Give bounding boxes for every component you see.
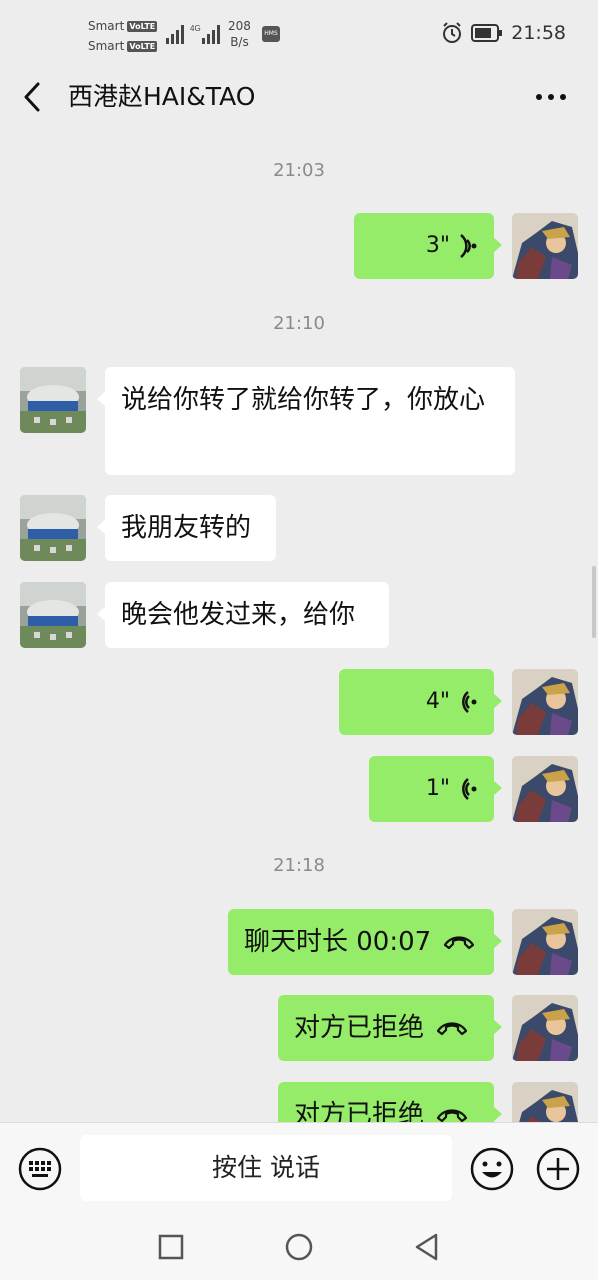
voice-wave-icon — [462, 778, 477, 800]
voice-duration: 4" — [425, 689, 450, 714]
chat-title: 西港赵HAI&TAO — [68, 82, 256, 111]
status-right: 21:58 — [441, 22, 566, 44]
my-avatar[interactable] — [512, 995, 578, 1061]
avatar-image — [512, 756, 578, 822]
home-icon[interactable] — [284, 1232, 314, 1262]
system-back-icon[interactable] — [412, 1232, 442, 1262]
timestamp: 21:10 — [273, 313, 325, 334]
carrier-2: Smart — [88, 39, 125, 53]
voice-message[interactable]: 4" — [339, 669, 502, 735]
hold-to-talk-button[interactable]: 按住 说话 — [80, 1135, 452, 1201]
call-message[interactable]: 对方已拒绝 — [278, 1082, 502, 1122]
voice-message[interactable]: 1" — [369, 756, 502, 822]
message-list[interactable]: 21:03 3" 21:10 说给你转了就给你转了，你放心 我朋友转的 晚会他发… — [0, 134, 598, 1122]
back-arrow-icon[interactable] — [18, 80, 48, 114]
avatar-image — [512, 995, 578, 1061]
plus-icon[interactable] — [536, 1147, 580, 1191]
my-avatar[interactable] — [512, 213, 578, 279]
contact-avatar[interactable] — [20, 367, 86, 433]
avatar-image — [512, 669, 578, 735]
chat-header: 西港赵HAI&TAO — [0, 66, 598, 134]
alarm-icon — [443, 22, 462, 43]
my-avatar[interactable] — [512, 909, 578, 975]
emoji-icon[interactable] — [470, 1147, 514, 1191]
my-avatar[interactable] — [512, 756, 578, 822]
avatar-image — [20, 582, 86, 648]
my-avatar[interactable] — [512, 1082, 578, 1122]
voice-wave-icon — [462, 691, 477, 713]
volte-badge-2: VoLTE — [127, 40, 158, 52]
more-icon[interactable] — [534, 86, 568, 108]
battery-icon — [471, 24, 503, 42]
voice-duration: 3" — [425, 233, 450, 258]
hms-icon: HMS — [262, 26, 280, 42]
timestamp: 21:18 — [273, 855, 325, 876]
speed-unit: B/s — [230, 35, 249, 49]
system-nav-bar — [0, 1218, 598, 1280]
avatar-image — [512, 909, 578, 975]
call-message[interactable]: 对方已拒绝 — [278, 995, 502, 1061]
timestamp: 21:03 — [273, 160, 325, 181]
network-speed: 208 B/s — [228, 18, 251, 50]
voice-duration: 1" — [425, 776, 450, 801]
volte-badge-1: VoLTE — [127, 20, 158, 32]
carrier-1: Smart — [88, 19, 125, 33]
speed-value: 208 — [228, 19, 251, 33]
input-bar: 按住 说话 — [0, 1122, 598, 1218]
avatar-image — [20, 367, 86, 433]
call-status: 聊天时长 00:07 — [244, 927, 432, 957]
call-status: 对方已拒绝 — [294, 1100, 425, 1122]
network-type: 4G — [190, 24, 201, 33]
call-message[interactable]: 聊天时长 00:07 — [228, 909, 502, 975]
scrollbar[interactable] — [592, 566, 596, 638]
text-message[interactable]: 我朋友转的 — [97, 495, 276, 561]
signal-icon: 4G — [166, 24, 220, 44]
text-message[interactable]: 说给你转了就给你转了，你放心 — [97, 367, 515, 475]
avatar-image — [512, 1082, 578, 1122]
call-status: 对方已拒绝 — [294, 1013, 425, 1043]
carrier-info: Smart VoLTE Smart VoLTE — [88, 16, 158, 56]
phone-hangup-icon — [444, 936, 475, 950]
text-message[interactable]: 晚会他发过来，给你 — [97, 582, 389, 648]
voice-wave-icon — [460, 234, 477, 258]
status-bar: Smart VoLTE Smart VoLTE 4G 208 B/s HMS 21:… — [0, 0, 598, 66]
voice-message[interactable]: 3" — [354, 213, 502, 279]
contact-avatar[interactable] — [20, 582, 86, 648]
recent-apps-icon[interactable] — [156, 1232, 186, 1262]
avatar-image — [512, 213, 578, 279]
phone-hangup-icon — [436, 1022, 468, 1036]
contact-avatar[interactable] — [20, 495, 86, 561]
clock: 21:58 — [511, 22, 566, 44]
phone-hangup-icon — [436, 1109, 468, 1122]
my-avatar[interactable] — [512, 669, 578, 735]
keyboard-icon[interactable] — [18, 1147, 62, 1191]
avatar-image — [20, 495, 86, 561]
